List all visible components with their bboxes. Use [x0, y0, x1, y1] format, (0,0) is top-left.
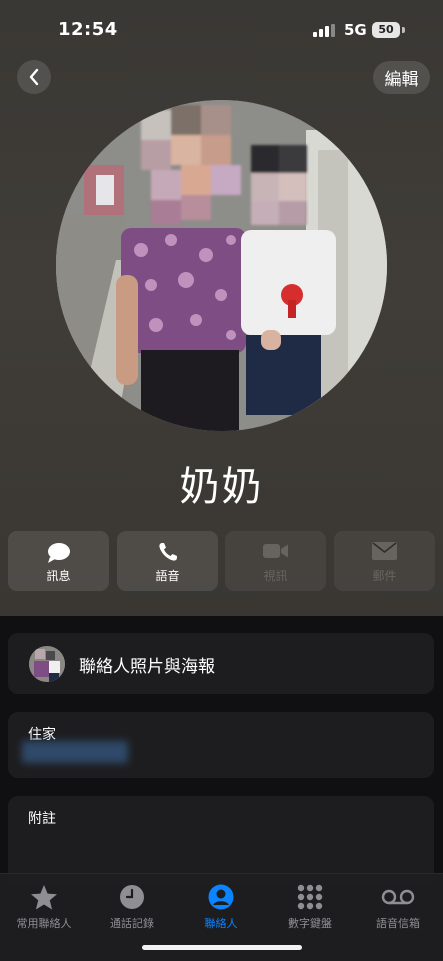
tab-keypad-label: 數字鍵盤 [288, 917, 332, 930]
signal-icon [313, 24, 335, 37]
message-icon [47, 543, 70, 563]
contact-avatar[interactable] [56, 100, 387, 431]
quick-actions: 訊息 語音 視訊 郵件 [8, 531, 435, 591]
tab-contacts-label: 聯絡人 [204, 917, 238, 930]
phone-number-row[interactable]: 住家 [8, 712, 434, 778]
tab-keypad[interactable]: 數字鍵盤 [266, 880, 354, 930]
contact-photo [56, 100, 387, 431]
tab-contacts[interactable]: 聯絡人 [177, 880, 265, 930]
video-call-button[interactable]: 視訊 [225, 531, 326, 591]
tab-favorites-label: 常用聯絡人 [16, 917, 72, 930]
status-time: 12:54 [58, 19, 118, 40]
photo-poster-label: 聯絡人照片與海報 [79, 657, 215, 677]
keypad-icon [297, 884, 323, 910]
message-label: 訊息 [46, 569, 71, 583]
battery-icon: 50 [372, 22, 400, 38]
notes-label: 附註 [28, 811, 56, 827]
contact-name: 奶奶 [179, 464, 264, 510]
tab-recents[interactable]: 通話記錄 [88, 880, 176, 930]
tab-voicemail[interactable]: 語音信箱 [354, 880, 442, 930]
tab-voicemail-label: 語音信箱 [376, 917, 420, 930]
mini-avatar [29, 646, 65, 682]
voicemail-icon [381, 889, 415, 905]
chevron-left-icon [29, 68, 39, 86]
back-button[interactable] [17, 60, 51, 94]
edit-button[interactable]: 編輯 [373, 61, 430, 94]
tab-recents-label: 通話記錄 [110, 917, 154, 930]
message-button[interactable]: 訊息 [8, 531, 109, 591]
mail-label: 郵件 [372, 569, 397, 583]
battery-cap [402, 27, 405, 33]
voice-call-button[interactable]: 語音 [117, 531, 218, 591]
video-call-label: 視訊 [263, 569, 288, 583]
star-icon [31, 884, 57, 909]
home-indicator[interactable] [142, 945, 302, 950]
clock-icon [120, 885, 144, 909]
contact-photo-poster-row[interactable]: 聯絡人照片與海報 [8, 633, 434, 694]
tab-favorites[interactable]: 常用聯絡人 [0, 880, 88, 930]
redacted-phone-number [22, 741, 128, 763]
person-icon [208, 884, 234, 910]
network-type: 5G [344, 21, 367, 39]
video-icon [262, 544, 288, 558]
phone-icon [158, 543, 177, 561]
mail-button[interactable]: 郵件 [334, 531, 435, 591]
mail-icon [372, 542, 397, 560]
voice-call-label: 語音 [155, 569, 180, 583]
